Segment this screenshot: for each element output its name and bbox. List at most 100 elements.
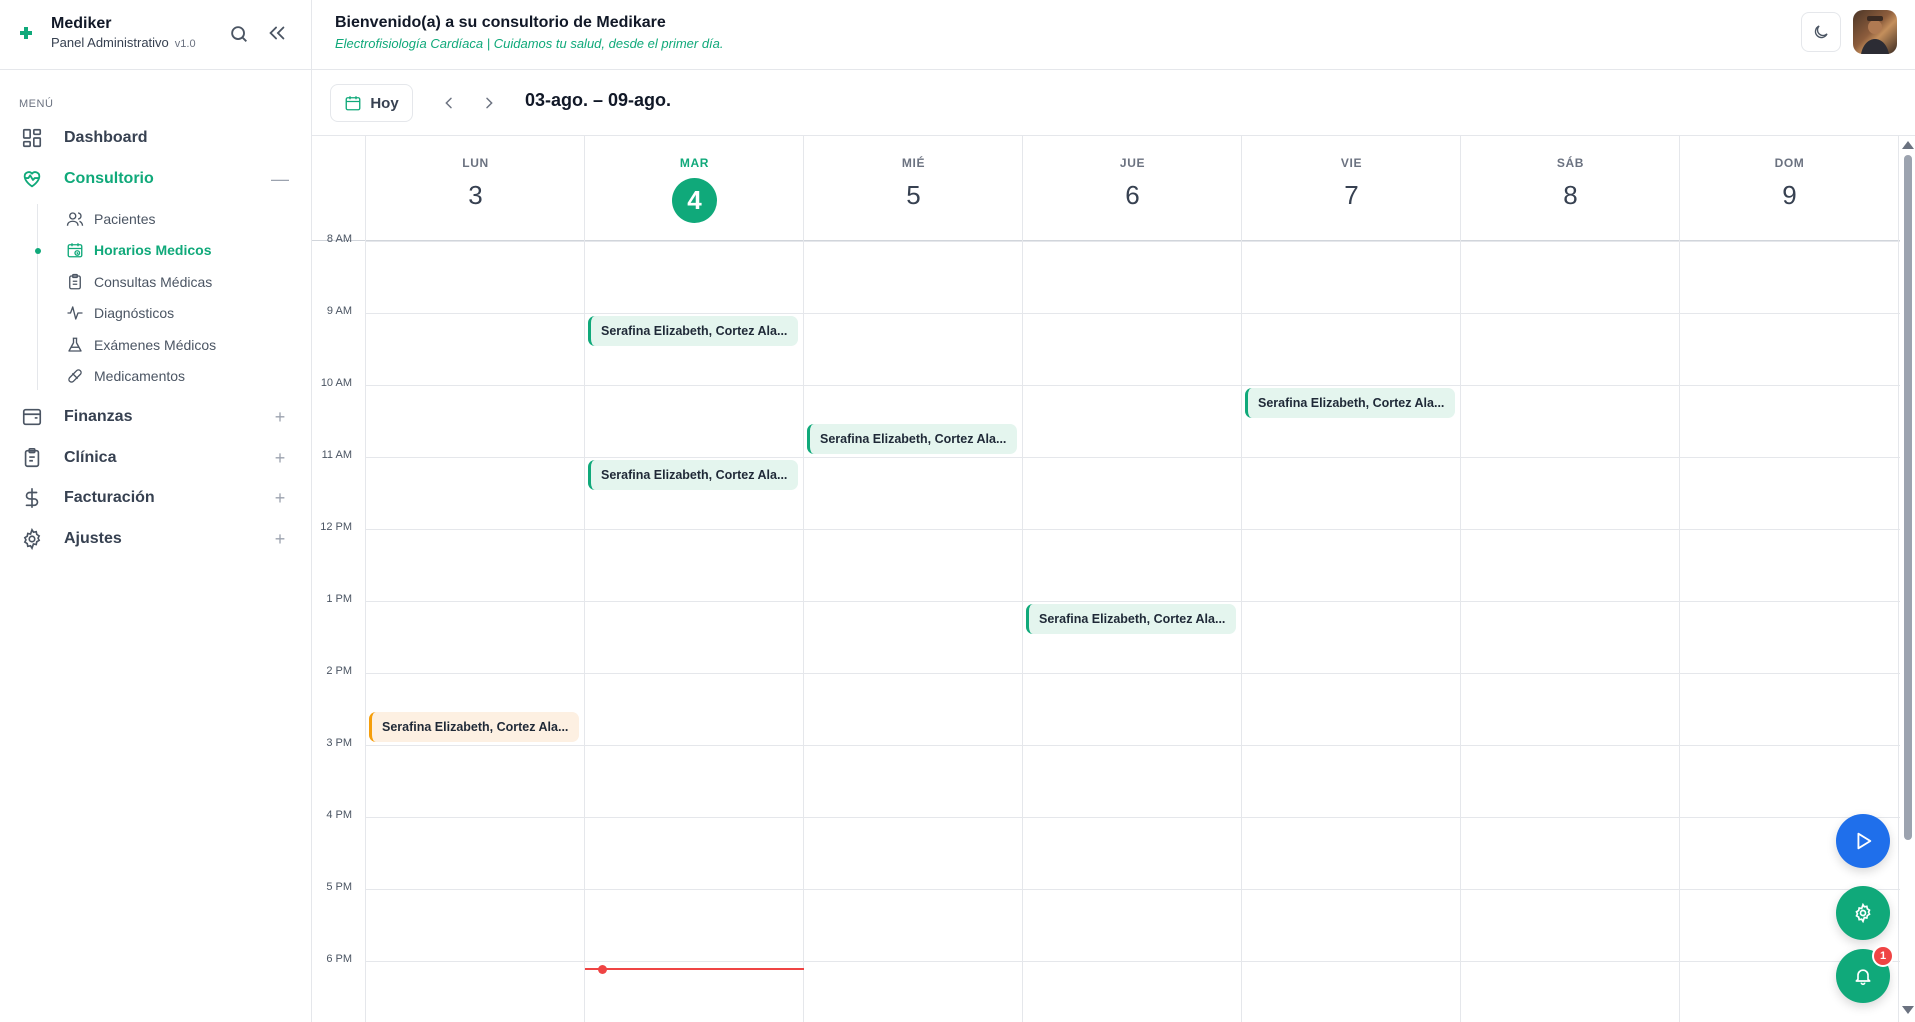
gear-icon — [1855, 903, 1871, 923]
bell-icon — [1855, 969, 1871, 986]
day-column[interactable]: VIE 7 — [1241, 136, 1460, 1022]
heart-pulse-icon — [20, 167, 44, 191]
scroll-up-arrow[interactable] — [1902, 141, 1914, 149]
day-header: MAR 4 — [585, 136, 804, 241]
day-column[interactable]: MAR 4 — [584, 136, 803, 1022]
column-end-border — [1898, 136, 1899, 1022]
submenu-item-label: Exámenes Médicos — [94, 337, 217, 353]
submenu-item-medicamentos[interactable]: Medicamentos — [66, 363, 286, 389]
day-date-number[interactable]: 5 — [804, 180, 1023, 211]
brand-version: v1.0 — [174, 38, 196, 50]
calendar-event[interactable]: Serafina Elizabeth, Cortez Ala... — [588, 460, 798, 490]
moon-icon — [1814, 25, 1828, 39]
day-name: MIÉ — [901, 156, 926, 170]
calendar-event[interactable]: Serafina Elizabeth, Cortez Ala... — [1026, 604, 1236, 634]
wallet-icon — [20, 405, 44, 429]
collapse-toggle[interactable]: — — [270, 169, 290, 189]
day-name: MAR — [679, 156, 710, 170]
dollar-icon — [20, 486, 44, 510]
submenu-item-label: Horarios Medicos — [94, 242, 212, 258]
sidebar-item-ajustes[interactable]: Ajustes + — [20, 523, 290, 555]
day-header: SÁB 8 — [1461, 136, 1680, 241]
submenu-guide-line — [37, 204, 38, 390]
event-label: Serafina Elizabeth, Cortez Ala... — [382, 720, 569, 734]
calendar-icon — [345, 96, 361, 111]
sidebar-item-clinica[interactable]: Clínica + — [20, 442, 290, 474]
hour-label: 3 PM — [326, 737, 352, 749]
submenu-item-consultas-medicas[interactable]: Consultas Médicas — [66, 269, 286, 295]
calendar-event[interactable]: Serafina Elizabeth, Cortez Ala... — [369, 712, 579, 742]
gear-icon — [20, 527, 44, 551]
day-column[interactable]: SÁB 8 — [1460, 136, 1679, 1022]
active-indicator-dot — [35, 248, 41, 254]
submenu-item-horarios-medicos[interactable]: Horarios Medicos — [66, 237, 286, 263]
day-date-number[interactable]: 9 — [1680, 180, 1899, 211]
day-header: DOM 9 — [1680, 136, 1899, 241]
calendar-event[interactable]: Serafina Elizabeth, Cortez Ala... — [588, 316, 798, 346]
brand-subtitle: Panel Administrativo v1.0 — [51, 35, 196, 50]
scroll-down-arrow[interactable] — [1902, 1006, 1914, 1014]
day-header: MIÉ 5 — [804, 136, 1023, 241]
current-time-line — [585, 968, 804, 970]
day-date-number[interactable]: 8 — [1461, 180, 1680, 211]
calendar-event[interactable]: Serafina Elizabeth, Cortez Ala... — [1245, 388, 1455, 418]
hour-label: 12 PM — [320, 521, 352, 533]
hour-label: 8 AM — [326, 233, 352, 245]
submenu-item-label: Pacientes — [94, 211, 156, 227]
notification-count-badge: 1 — [1872, 945, 1894, 967]
expand-toggle[interactable]: + — [270, 529, 290, 549]
calendar-event[interactable]: Serafina Elizabeth, Cortez Ala... — [807, 424, 1017, 454]
day-column[interactable]: LUN 3 — [365, 136, 584, 1022]
sidebar-item-finanzas[interactable]: Finanzas + — [20, 401, 290, 433]
theme-toggle-button[interactable] — [1801, 12, 1841, 52]
submenu-item-label: Consultas Médicas — [94, 274, 213, 290]
sidebar-item-consultorio[interactable]: Consultorio — — [20, 163, 290, 195]
chevron-left-icon — [445, 97, 452, 109]
user-avatar[interactable] — [1853, 10, 1897, 54]
sidebar-item-facturacion[interactable]: Facturación + — [20, 482, 290, 514]
pill-icon — [66, 367, 84, 385]
brand-header: Mediker Panel Administrativo v1.0 — [0, 0, 312, 70]
day-name: VIE — [1340, 156, 1363, 170]
day-header: VIE 7 — [1242, 136, 1461, 241]
expand-toggle[interactable]: + — [270, 407, 290, 427]
double-chevron-left-icon[interactable] — [266, 22, 288, 44]
page-subtitle: Electrofisiología Cardíaca | Cuidamos tu… — [335, 36, 724, 51]
expand-toggle[interactable]: + — [270, 488, 290, 508]
submenu-item-label: Diagnósticos — [94, 305, 175, 321]
submenu-item-label: Medicamentos — [94, 368, 186, 384]
today-date-number[interactable]: 4 — [672, 178, 717, 223]
day-name: JUE — [1119, 156, 1146, 170]
expand-toggle[interactable]: + — [270, 448, 290, 468]
today-button[interactable]: Hoy — [330, 84, 413, 122]
submenu-item-diagnosticos[interactable]: Diagnósticos — [66, 300, 286, 326]
calendar-clock-icon — [66, 241, 84, 259]
play-fab-button[interactable] — [1836, 814, 1890, 868]
event-label: Serafina Elizabeth, Cortez Ala... — [1258, 396, 1445, 410]
sidebar-item-label: Consultorio — [64, 170, 154, 187]
prev-week-button[interactable] — [436, 90, 462, 116]
submenu-item-examenes-medicos[interactable]: Exámenes Médicos — [66, 332, 286, 358]
day-date-number[interactable]: 3 — [366, 180, 585, 211]
scrollbar-thumb[interactable] — [1904, 155, 1912, 840]
day-column[interactable]: JUE 6 — [1022, 136, 1241, 1022]
day-name: LUN — [462, 156, 489, 170]
day-date-number[interactable]: 7 — [1242, 180, 1461, 211]
search-icon[interactable] — [228, 23, 250, 45]
next-week-button[interactable] — [476, 90, 502, 116]
settings-fab-button[interactable] — [1836, 886, 1890, 940]
hour-label: 9 AM — [326, 305, 352, 317]
submenu-item-pacientes[interactable]: Pacientes — [66, 206, 286, 232]
hour-label: 2 PM — [326, 665, 352, 677]
event-label: Serafina Elizabeth, Cortez Ala... — [820, 432, 1007, 446]
event-label: Serafina Elizabeth, Cortez Ala... — [601, 468, 788, 482]
brand-subtitle-text: Panel Administrativo — [51, 35, 169, 50]
sidebar-item-label: Facturación — [64, 489, 155, 506]
day-column[interactable]: MIÉ 5 — [803, 136, 1022, 1022]
brand-name: Mediker — [51, 15, 112, 32]
day-name: DOM — [1774, 156, 1805, 170]
sidebar-item-label: Finanzas — [64, 408, 133, 425]
sidebar-item-dashboard[interactable]: Dashboard — [20, 122, 290, 154]
page-title: Bienvenido(a) a su consultorio de Medika… — [335, 14, 666, 31]
day-date-number[interactable]: 6 — [1023, 180, 1242, 211]
